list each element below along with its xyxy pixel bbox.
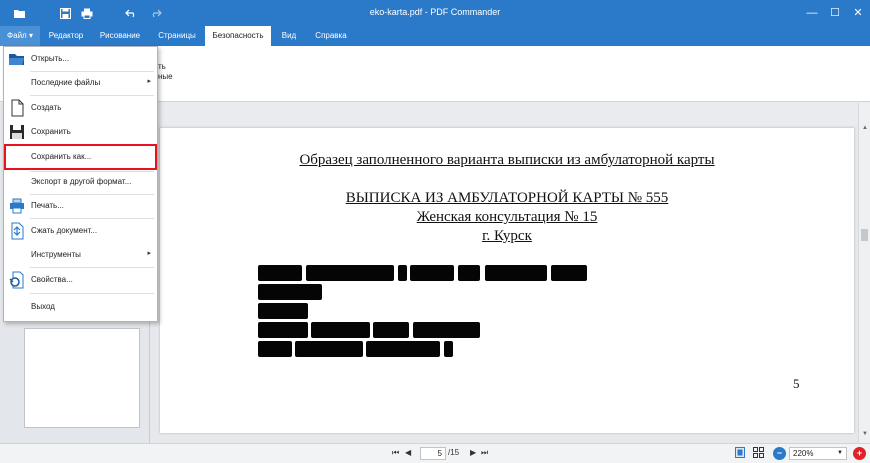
title-bar: eko-karta.pdf - PDF Commander — ☐ ✕ [0, 0, 870, 26]
doc-title: ВЫПИСКА ИЗ АМБУЛАТОРНОЙ КАРТЫ № 555 [345, 190, 669, 206]
menu-item-properties[interactable]: Свойства... [4, 269, 157, 291]
prev-page-button[interactable]: ◀ [405, 448, 411, 457]
status-bar: ⏮ ◀ 5 /15 ▶ ⏭ − 220% ▼ + [0, 443, 870, 463]
maximize-button[interactable]: ☐ [825, 4, 845, 22]
redaction-block [258, 284, 322, 300]
tab-drawing[interactable]: Рисование [92, 26, 148, 46]
redaction-block [311, 322, 370, 338]
redaction-block [444, 341, 453, 357]
scroll-down-arrow[interactable]: ▼ [861, 431, 869, 437]
menu-separator [30, 293, 154, 294]
scroll-up-arrow[interactable]: ▲ [861, 125, 869, 131]
vertical-scrollbar[interactable]: ▲ ▼ [858, 103, 870, 443]
redaction-block [306, 265, 394, 281]
chevron-down-icon: ▼ [837, 450, 843, 456]
redaction-block [258, 303, 308, 319]
tab-security[interactable]: Безопасность [205, 26, 271, 46]
new-document-icon [8, 99, 26, 117]
pdf-page[interactable]: Образец заполненного варианта выписки из… [160, 128, 854, 433]
menu-item-save[interactable]: Сохранить [4, 121, 157, 143]
last-page-button[interactable]: ⏭ [481, 448, 488, 458]
redaction-block [398, 265, 407, 281]
properties-icon [8, 271, 26, 289]
page-number-input[interactable]: 5 [420, 447, 446, 460]
page-thumbnail[interactable] [24, 328, 140, 428]
redaction-block [258, 265, 302, 281]
first-page-button[interactable]: ⏮ [392, 448, 399, 458]
doc-city: г. Курск [482, 228, 532, 244]
zoom-in-button[interactable]: + [853, 447, 866, 460]
menu-item-print[interactable]: Печать... [4, 195, 157, 217]
zoom-select[interactable]: 220% ▼ [789, 447, 847, 460]
printer-icon [8, 197, 26, 215]
file-menu: Открыть... Последние файлы ▸ Создать Сох… [3, 46, 158, 322]
close-button[interactable]: ✕ [848, 4, 868, 22]
zoom-value: 220% [793, 449, 814, 458]
ribbon-tabs: Файл ▾ Редактор Рисование Страницы Безоп… [0, 26, 870, 46]
scrollbar-thumb[interactable] [861, 229, 868, 241]
menu-item-exit[interactable]: Выход [4, 296, 157, 318]
menu-item-new[interactable]: Создать [4, 97, 157, 119]
doc-subtitle: Женская консультация № 15 [416, 209, 598, 225]
menu-item-compress[interactable]: Сжать документ... [4, 220, 157, 242]
doc-heading: Образец заполненного варианта выписки из… [299, 152, 715, 168]
highlight-frame [4, 144, 157, 170]
redaction-block [258, 341, 292, 357]
submenu-arrow-icon: ▸ [147, 250, 151, 257]
menu-separator [30, 218, 154, 219]
redaction-block [373, 322, 409, 338]
ribbon-button-label[interactable]: ть ные [158, 62, 173, 82]
redaction-block [295, 341, 363, 357]
window-title: eko-karta.pdf - PDF Commander [369, 7, 501, 17]
total-pages: /15 [448, 448, 460, 457]
menu-separator [30, 267, 154, 268]
tab-pages[interactable]: Страницы [150, 26, 204, 46]
floppy-disk-icon [8, 123, 26, 141]
redaction-block [410, 265, 454, 281]
submenu-arrow-icon: ▸ [147, 78, 151, 85]
menu-item-open[interactable]: Открыть... [4, 48, 157, 70]
minimize-button[interactable]: — [802, 4, 822, 22]
redaction-block [551, 265, 587, 281]
next-page-button[interactable]: ▶ [470, 448, 476, 457]
redaction-block [458, 265, 480, 281]
tab-help[interactable]: Справка [307, 26, 355, 46]
compress-icon [8, 222, 26, 240]
folder-open-icon [8, 50, 26, 68]
menu-item-recent-files[interactable]: Последние файлы ▸ [4, 72, 157, 94]
single-page-view-icon[interactable] [733, 447, 746, 460]
redaction-block [485, 265, 547, 281]
tab-view[interactable]: Вид [273, 26, 305, 46]
redaction-block [258, 322, 308, 338]
doc-page-number: 5 [793, 376, 800, 391]
grid-view-icon[interactable] [752, 447, 765, 460]
menu-item-tools[interactable]: Инструменты ▸ [4, 244, 157, 266]
menu-separator [30, 95, 154, 96]
tab-file[interactable]: Файл ▾ [0, 26, 40, 46]
redaction-block [413, 322, 480, 338]
zoom-out-button[interactable]: − [773, 447, 786, 460]
redaction-block [366, 341, 440, 357]
menu-item-export[interactable]: Экспорт в другой формат... [4, 171, 157, 193]
tab-editor[interactable]: Редактор [42, 26, 90, 46]
document-top-gap [150, 103, 858, 125]
